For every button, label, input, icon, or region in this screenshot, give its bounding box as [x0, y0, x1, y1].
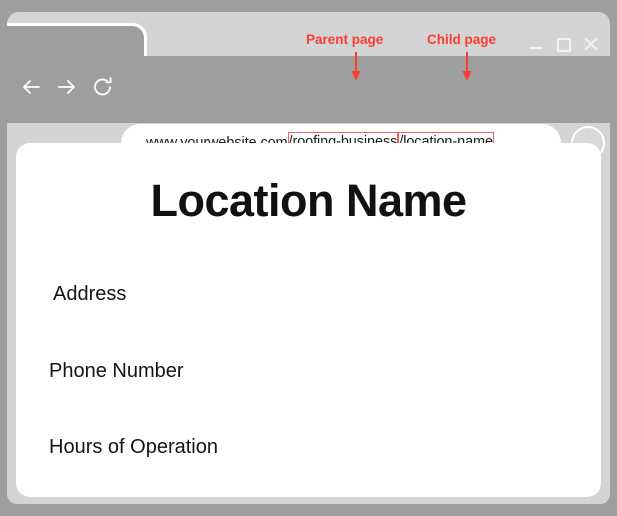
- hours-of-operation-label: Hours of Operation: [49, 436, 218, 458]
- browser-tab-active[interactable]: [7, 26, 144, 56]
- reload-icon[interactable]: [89, 73, 117, 101]
- annotation-parent-arrow-icon: [351, 52, 361, 81]
- annotation-child-arrow-icon: [462, 52, 472, 81]
- browser-toolbar: www.yourwebsite.com/roofing-business/loc…: [7, 56, 610, 162]
- close-icon[interactable]: [582, 36, 598, 52]
- arrow-left-icon[interactable]: [17, 73, 45, 101]
- address-label: Address: [53, 283, 127, 305]
- page-content-area: Location Name Address Phone Number Hours…: [16, 143, 601, 497]
- maximize-icon[interactable]: [555, 36, 571, 52]
- arrow-right-icon[interactable]: [53, 73, 81, 101]
- minimize-icon[interactable]: [528, 36, 544, 52]
- phone-number-label: Phone Number: [49, 360, 184, 382]
- browser-window: www.yourwebsite.com/roofing-business/loc…: [7, 12, 610, 504]
- annotation-child-label: Child page: [427, 32, 497, 47]
- navigation-buttons: [17, 73, 117, 101]
- annotation-parent-label: Parent page: [306, 32, 384, 47]
- page-title: Location Name: [150, 175, 467, 226]
- window-controls: [528, 36, 598, 52]
